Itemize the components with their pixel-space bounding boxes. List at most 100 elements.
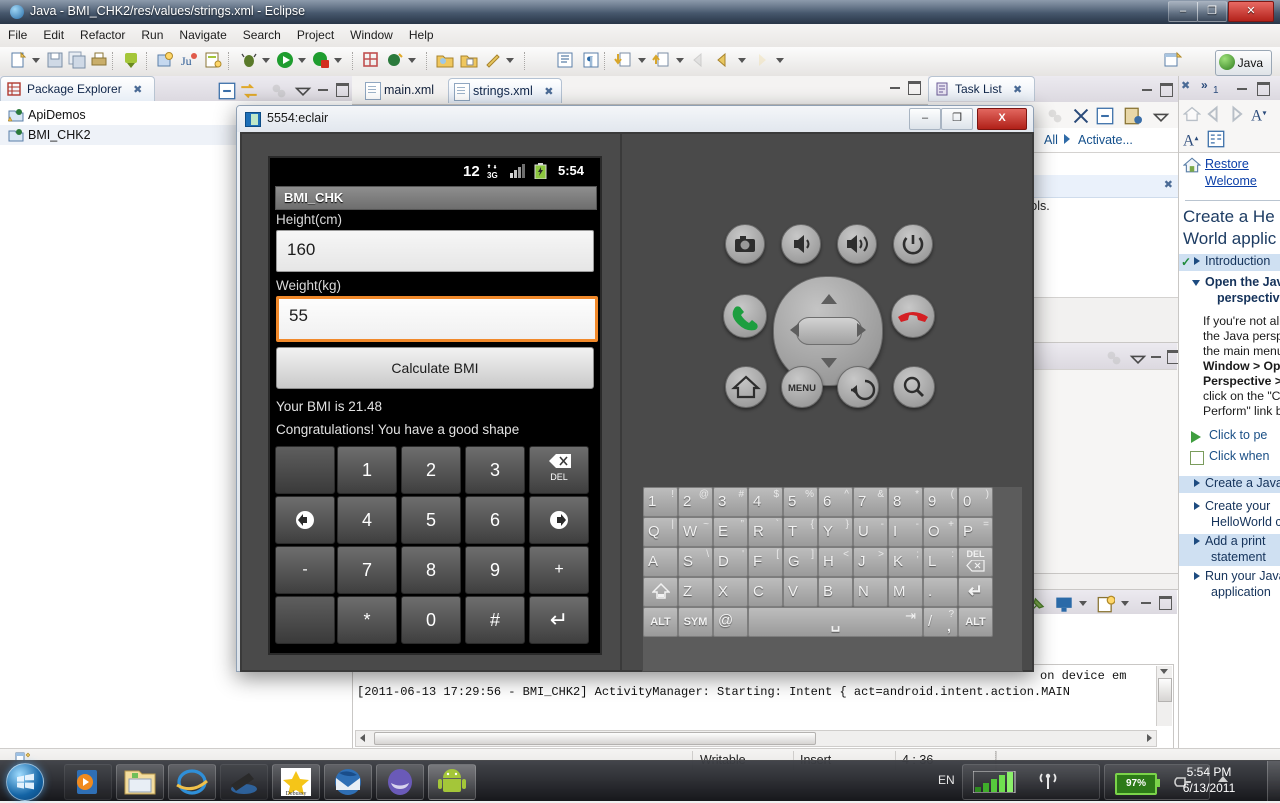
menu-run[interactable]: Run [133, 24, 171, 46]
taskbar-android-emulator[interactable] [428, 764, 476, 800]
debug-button[interactable] [240, 51, 260, 71]
overflow-chevron-icon[interactable]: » [1201, 78, 1208, 92]
cheat-sheet-selection-icon[interactable] [1207, 130, 1225, 148]
keypad-right[interactable] [529, 496, 589, 544]
restore-welcome-row[interactable]: Restore Welcome [1179, 154, 1280, 198]
increase-font-icon[interactable]: A [1183, 130, 1199, 148]
keypad-left[interactable] [275, 496, 335, 544]
maximize-task-list-button[interactable] [1160, 82, 1174, 97]
save-button[interactable] [46, 51, 66, 71]
hwkey-0[interactable]: 0) [958, 487, 993, 517]
next-annotation-dropdown[interactable] [638, 58, 646, 63]
hwkey-alt-left[interactable]: ALT [643, 607, 678, 637]
scrollbar-thumb[interactable] [374, 732, 816, 745]
hwkey-u[interactable]: U- [853, 517, 888, 547]
close-icon[interactable]: ✖ [133, 78, 142, 102]
forward-button[interactable] [752, 51, 772, 71]
hwkey-i[interactable]: I- [888, 517, 923, 547]
hwkey-t[interactable]: T{ [783, 517, 818, 547]
keypad-4[interactable]: 4 [337, 496, 397, 544]
menu-navigate[interactable]: Navigate [171, 24, 234, 46]
close-icon[interactable]: ✖ [544, 80, 553, 104]
editor-tab-main-xml[interactable]: main.xml [360, 78, 442, 102]
hwkey-p[interactable]: P = [958, 517, 993, 547]
taskbar-debussy[interactable]: Debussy [272, 764, 320, 800]
keypad-enter[interactable]: ↵ [529, 596, 589, 644]
view-options-icon[interactable] [1105, 349, 1121, 365]
forward-history-button[interactable] [714, 51, 734, 71]
print-button[interactable] [90, 51, 110, 71]
run-dropdown[interactable] [298, 58, 306, 63]
new-wizard-dropdown[interactable] [32, 58, 40, 63]
taskbar-thunderbird[interactable] [324, 764, 372, 800]
maximize-editor-button[interactable] [908, 80, 922, 95]
keypad-8[interactable]: 8 [401, 546, 461, 594]
task-presentation-icon[interactable] [1046, 107, 1062, 123]
hwkey-9[interactable]: 9( [923, 487, 958, 517]
editor-tab-strings-xml[interactable]: strings.xml ✖ [448, 78, 563, 104]
hwkey-e[interactable]: E” [713, 517, 748, 547]
taskbar-clock-date[interactable]: 6/13/2011 [1164, 781, 1254, 795]
link-with-editor-button[interactable] [240, 82, 257, 99]
menu-help[interactable]: Help [401, 24, 442, 46]
back-button[interactable] [690, 51, 710, 71]
hwkey-enter[interactable]: ↵ [958, 577, 993, 607]
new-junit-test-button[interactable]: Ju [180, 51, 200, 71]
minimize-editor-button[interactable] [888, 80, 902, 94]
hwkey-o[interactable]: O + [923, 517, 958, 547]
keypad-plus[interactable]: + [529, 546, 589, 594]
open-resource-button[interactable] [460, 51, 480, 71]
cheat-item-create-java[interactable]: Create a Java [1179, 476, 1280, 493]
dpad-down-icon[interactable] [821, 358, 837, 368]
android-sdk-manager-button[interactable] [122, 51, 142, 71]
search-dropdown[interactable] [506, 58, 514, 63]
hwkey-m[interactable]: M [888, 577, 923, 607]
open-console-dropdown[interactable] [1121, 601, 1129, 606]
calculate-bmi-button[interactable]: Calculate BMI [276, 347, 594, 389]
hwkey-6[interactable]: 6 ^ [818, 487, 853, 517]
maximize-view-button[interactable] [1159, 595, 1173, 610]
menu-file[interactable]: File [0, 24, 35, 46]
minimize-view-button[interactable] [1149, 349, 1163, 363]
window-minimize-button[interactable]: – [1168, 1, 1198, 22]
back-button[interactable] [837, 366, 879, 408]
cheat-item-add-print[interactable]: Add a print statement [1179, 534, 1280, 566]
start-button[interactable] [6, 763, 44, 801]
hwkey-8[interactable]: 8 * [888, 487, 923, 517]
view-menu-chevron-icon[interactable] [1129, 350, 1147, 364]
perspective-java-button[interactable]: Java [1214, 50, 1272, 76]
open-console-icon[interactable] [1097, 595, 1115, 613]
keypad-1[interactable]: 1 [337, 446, 397, 494]
debug-dropdown[interactable] [262, 58, 270, 63]
home-button[interactable] [725, 366, 767, 408]
hwkey-d[interactable]: D ' [713, 547, 748, 577]
scroll-right-icon[interactable] [1147, 734, 1152, 742]
hwkey-1[interactable]: 1! [643, 487, 678, 517]
view-menu-icon[interactable] [270, 82, 286, 98]
dpad-up-icon[interactable] [821, 294, 837, 304]
hwkey-4[interactable]: 4 $ [748, 487, 783, 517]
hwkey-sym[interactable]: SYM [678, 607, 713, 637]
external-tools-dropdown[interactable] [334, 58, 342, 63]
hwkey-n[interactable]: N [853, 577, 888, 607]
scroll-left-icon[interactable] [360, 734, 365, 742]
cheat-item-introduction[interactable]: ✓ Introduction [1179, 254, 1280, 271]
hwkey-j[interactable]: J > [853, 547, 888, 577]
hwkey-shift[interactable] [643, 577, 678, 607]
minimize-view-button[interactable] [1139, 595, 1153, 609]
menu-refactor[interactable]: Refactor [72, 24, 133, 46]
show-whitespace-button[interactable]: ¶ [582, 51, 602, 71]
keypad-6[interactable]: 6 [465, 496, 525, 544]
hwkey-3[interactable]: 3 # [713, 487, 748, 517]
run-button[interactable] [276, 51, 296, 71]
hwkey-c[interactable]: C [748, 577, 783, 607]
toggle-block-selection-button[interactable] [556, 51, 576, 71]
taskbar-internet-explorer[interactable] [168, 764, 216, 800]
volume-down-button[interactable] [781, 224, 821, 264]
menu-button[interactable]: MENU [781, 366, 823, 408]
taskbar-eclipse[interactable] [376, 764, 424, 800]
focus-on-workweek-icon[interactable] [1072, 107, 1089, 124]
hwkey-del[interactable]: DEL [958, 547, 993, 577]
new-android-project-button[interactable] [156, 51, 176, 71]
tab-task-list[interactable]: Task List ✖ [928, 76, 1036, 101]
